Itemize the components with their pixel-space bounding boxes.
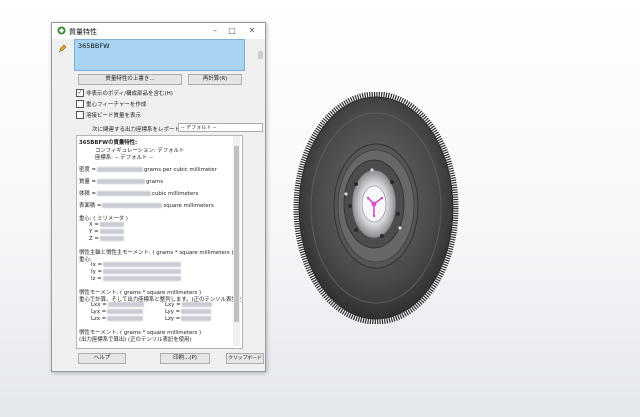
recalculate-button[interactable]: 再計算(R) (188, 74, 242, 85)
solidworks-icon (57, 26, 66, 35)
copy-to-clipboard-button[interactable]: クリップボード (226, 353, 264, 364)
create-cog-label: 重心フィーチャーを作成 (86, 102, 147, 108)
dialog-title: 質量特性 (69, 28, 97, 36)
principal-axes-heading: 慣性主軸と慣性主モーメント: ( grams * square millimet… (79, 250, 234, 256)
principal-iz: Iz = (91, 276, 182, 282)
show-weld-mass-checkbox[interactable] (76, 111, 84, 119)
close-button[interactable]: ✕ (244, 25, 260, 36)
moment-lzx: Lzx = (91, 316, 144, 322)
pushpin-icon[interactable] (58, 43, 68, 53)
show-weld-mass-label: 溶接ビード質量を表示 (86, 113, 142, 119)
selected-items-list[interactable]: 365BBFW (74, 39, 245, 71)
moment-lxx: Lxx = (91, 302, 145, 308)
print-button[interactable]: 印刷...(P) (160, 353, 210, 364)
maximize-button[interactable]: □ (224, 25, 240, 36)
results-heading: 365BBFWの質量特性: (79, 140, 138, 146)
density-row: 密度 = grams per cubic millimeter (79, 167, 217, 173)
create-cog-checkbox[interactable] (76, 100, 84, 108)
moment-lzy: Lzy = (165, 316, 212, 322)
selected-item[interactable]: 365BBFW (78, 42, 110, 50)
cog-z: Z = (89, 236, 125, 242)
include-hidden-checkbox-row[interactable]: ✓ 非表示のボディ/構成部品を含む(H) (76, 88, 256, 97)
create-cog-checkbox-row[interactable]: 重心フィーチャーを作成 (76, 99, 256, 108)
moment-lxy: Lxy = (165, 302, 213, 308)
cog-y: Y = (89, 229, 125, 235)
mass-properties-dialog: 質量特性 – □ ✕ 365BBFW 質量特性の上書き... 再計算(R) ✓ … (51, 22, 266, 372)
cog-x: X = (89, 222, 125, 228)
mass-row: 質量 = grams (79, 179, 164, 185)
moment-lyx: Lyx = (91, 309, 144, 315)
show-weld-mass-checkbox-row[interactable]: 溶接ビード質量を表示 (76, 110, 256, 119)
moment-lyy: Lyy = (165, 309, 212, 315)
moments-sub-2: (出力座標系で算出) (正のテンソル表記を使用) (79, 337, 192, 343)
override-mass-properties-button[interactable]: 質量特性の上書き... (78, 74, 182, 85)
results-scrollbar[interactable] (233, 136, 240, 346)
flywheel-part[interactable] (292, 92, 460, 324)
principal-iy: Iy = (91, 269, 182, 275)
output-coord-select[interactable]: -- デフォルト -- (178, 123, 263, 132)
results-scrollbar-thumb[interactable] (234, 146, 239, 322)
principal-ix: Ix = (91, 262, 182, 268)
cog-heading: 重心: ( ミリメータ ) (79, 216, 128, 222)
minimize-button[interactable]: – (207, 25, 223, 36)
help-button[interactable]: ヘルプ (78, 353, 126, 364)
include-hidden-label: 非表示のボディ/構成部品を含む(H) (86, 91, 173, 97)
include-hidden-checkbox[interactable]: ✓ (76, 89, 84, 97)
results-coord-sys: 座標系: -- デフォルト -- (95, 155, 153, 161)
list-scrollbar[interactable] (258, 51, 263, 59)
principal-axes-sub: 重心: (79, 257, 92, 263)
flywheel-body (293, 92, 459, 324)
surface-area-row: 表面積 = square millimeters (79, 203, 214, 209)
title-bar[interactable]: 質量特性 – □ ✕ (52, 23, 265, 39)
results-text-area[interactable]: 365BBFWの質量特性: コンフィギュレーション: デフォルト 座標系: --… (76, 135, 243, 349)
volume-row: 体積 = cubic millimeters (79, 191, 199, 197)
output-coord-label: 次に関連する出力座標系をレポート: (92, 127, 182, 133)
